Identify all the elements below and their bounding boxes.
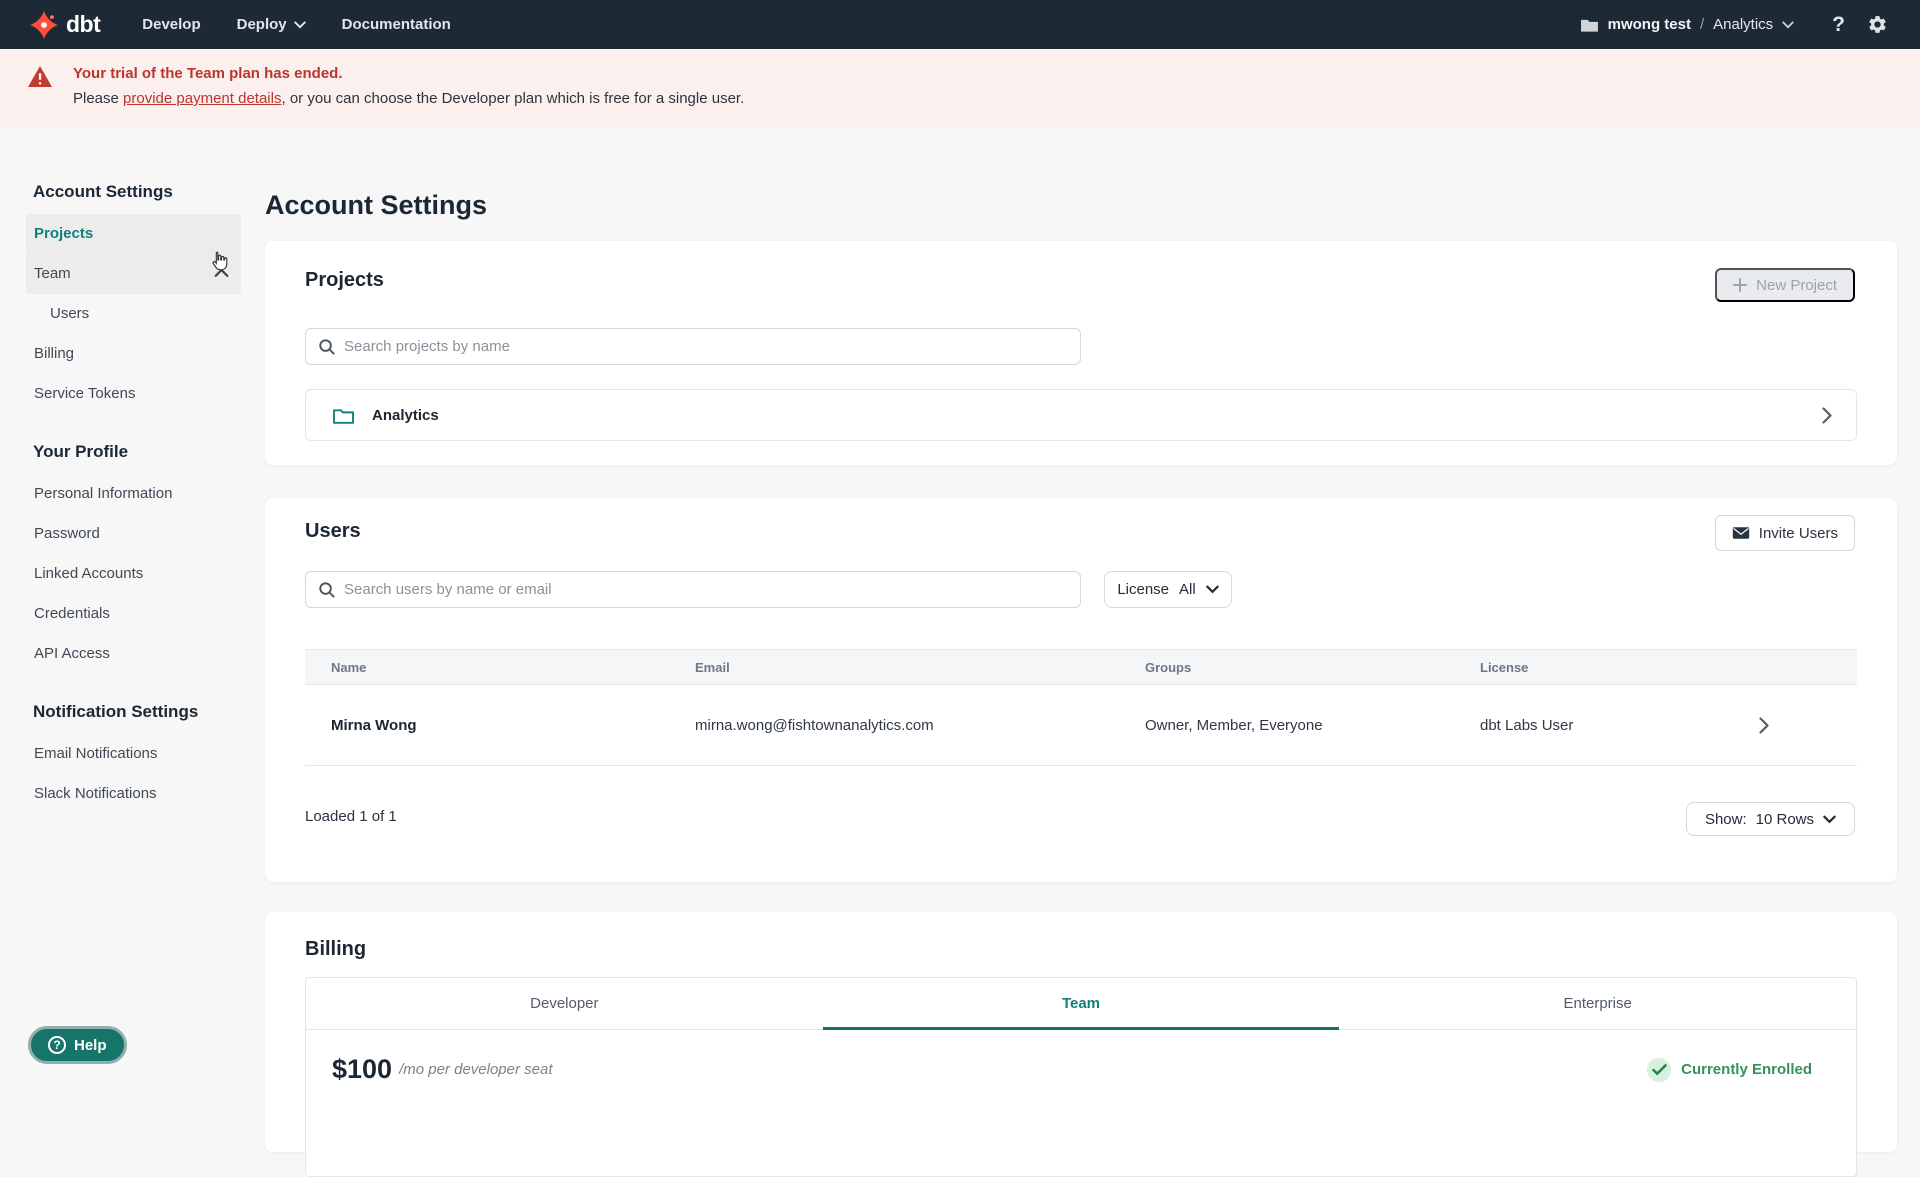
col-header-groups: Groups [1145, 659, 1192, 675]
sidebar-item-api-access[interactable]: API Access [26, 634, 241, 674]
sidebar-item-password[interactable]: Password [26, 514, 241, 554]
col-header-license: License [1480, 659, 1529, 675]
page-title: Account Settings [265, 190, 488, 220]
user-license-cell: dbt Labs User [1480, 716, 1574, 734]
top-nav: dbt Develop Deploy Documentation mwong t… [0, 0, 1920, 49]
folder-outline-icon [332, 406, 355, 425]
sidebar-item-slack-notifications[interactable]: Slack Notifications [26, 774, 241, 814]
tab-team[interactable]: Team [822, 978, 1340, 1030]
sidebar-item-users[interactable]: Users [26, 294, 241, 334]
settings-sidebar: Account Settings Projects Team Users Bil… [26, 182, 241, 814]
sidebar-item-service-tokens[interactable]: Service Tokens [26, 374, 241, 414]
sidebar-item-credentials[interactable]: Credentials [26, 594, 241, 634]
nav-help-icon[interactable]: ? [1822, 13, 1855, 37]
col-header-email: Email [695, 659, 730, 675]
sidebar-heading-notification-settings: Notification Settings [33, 702, 199, 721]
users-table-header: Name Email Groups License [305, 649, 1857, 685]
chevron-down-icon [1205, 585, 1219, 594]
nav-item-deploy[interactable]: Deploy [237, 16, 306, 33]
billing-price-row: $100 /mo per developer seat Currently En… [332, 1054, 1812, 1085]
billing-heading: Billing [305, 938, 367, 960]
invite-users-button[interactable]: Invite Users [1714, 515, 1855, 551]
chevron-up-icon [214, 267, 229, 278]
enrolled-text: Currently Enrolled [1681, 1061, 1812, 1078]
billing-plans-panel: Developer Team Enterprise $100 /mo per d… [305, 977, 1857, 1177]
table-row[interactable]: Mirna Wong mirna.wong@fishtownanalytics.… [305, 685, 1857, 766]
project-name-label: Analytics [372, 406, 439, 424]
new-project-button[interactable]: New Project [1715, 268, 1855, 302]
loaded-status: Loaded 1 of 1 [305, 808, 397, 825]
chevron-right-icon [1822, 406, 1832, 424]
sidebar-item-personal-information[interactable]: Personal Information [26, 474, 241, 514]
enrolled-status: Currently Enrolled [1647, 1057, 1812, 1082]
show-rows-label: Show: [1704, 810, 1747, 828]
breadcrumb-separator: / [1699, 16, 1705, 33]
users-heading: Users [305, 520, 361, 542]
user-name-cell: Mirna Wong [331, 716, 417, 734]
nav-item-documentation[interactable]: Documentation [342, 16, 451, 33]
show-rows-value: 10 Rows [1755, 810, 1814, 828]
nav-right: mwong test / Analytics ? [1580, 13, 1890, 37]
banner-title: Your trial of the Team plan has ended. [73, 65, 343, 82]
sidebar-item-billing[interactable]: Billing [26, 334, 241, 374]
projects-search-box [305, 328, 1081, 365]
license-filter-value: All [1179, 581, 1196, 598]
sidebar-heading-your-profile: Your Profile [33, 442, 129, 461]
folder-icon [1580, 17, 1599, 33]
sidebar-heading-account-settings: Account Settings [33, 182, 173, 201]
account-switcher[interactable]: mwong test / Analytics [1580, 16, 1795, 33]
search-icon [318, 338, 335, 355]
dbt-logo-icon [30, 10, 58, 39]
sidebar-item-email-notifications[interactable]: Email Notifications [26, 734, 241, 774]
account-name: mwong test [1607, 16, 1691, 33]
banner-text: Your trial of the Team plan has ended. P… [73, 65, 744, 107]
help-button-label: Help [74, 1036, 107, 1054]
tab-enterprise[interactable]: Enterprise [1339, 978, 1856, 1029]
warning-icon [27, 65, 53, 107]
payment-details-link[interactable]: provide payment details [123, 90, 281, 107]
plus-icon [1733, 278, 1748, 292]
chevron-right-icon [1759, 717, 1769, 734]
trial-banner: Your trial of the Team plan has ended. P… [0, 49, 1920, 127]
envelope-icon [1732, 526, 1750, 540]
gear-icon[interactable] [1865, 14, 1890, 35]
search-icon [318, 581, 335, 598]
billing-card: Billing Developer Team Enterprise $100 /… [265, 912, 1897, 1177]
users-card: Users Invite Users License All Name Emai… [265, 498, 1897, 882]
license-filter-label: License [1117, 581, 1170, 598]
help-question-icon: ? [48, 1036, 66, 1054]
plan-price-suffix: /mo per developer seat [399, 1061, 553, 1078]
tab-developer[interactable]: Developer [306, 978, 823, 1029]
chevron-down-icon [293, 20, 306, 29]
projects-card: Projects New Project Analytics [265, 241, 1897, 465]
banner-body-prefix: Please [73, 90, 124, 107]
nav-menu: Develop Deploy Documentation [142, 16, 451, 33]
project-row-analytics[interactable]: Analytics [305, 389, 1857, 441]
help-button[interactable]: ? Help [28, 1026, 127, 1064]
show-rows-dropdown[interactable]: Show: 10 Rows [1685, 802, 1855, 836]
nav-item-develop[interactable]: Develop [142, 16, 200, 33]
sidebar-item-linked-accounts[interactable]: Linked Accounts [26, 554, 241, 594]
plan-price: $100 [332, 1054, 393, 1084]
user-email-cell: mirna.wong@fishtownanalytics.com [695, 716, 934, 734]
billing-plan-tabs: Developer Team Enterprise [306, 978, 1856, 1030]
projects-search-input[interactable] [344, 338, 1068, 355]
dbt-logo[interactable]: dbt [30, 10, 101, 39]
users-search-input[interactable] [344, 581, 1068, 598]
projects-heading: Projects [305, 269, 384, 291]
chevron-down-icon [1782, 20, 1794, 29]
dbt-logo-text: dbt [66, 11, 101, 37]
user-groups-cell: Owner, Member, Everyone [1145, 716, 1323, 734]
banner-body: Please provide payment details, or you c… [73, 90, 744, 107]
users-table: Name Email Groups License Mirna Wong mir… [305, 649, 1857, 766]
sidebar-item-projects[interactable]: Projects [26, 214, 241, 254]
users-search-box [305, 571, 1081, 608]
banner-body-suffix: , or you can choose the Developer plan w… [281, 90, 745, 107]
chevron-down-icon [1823, 815, 1836, 824]
check-icon [1647, 1057, 1672, 1082]
sidebar-item-team[interactable]: Team [26, 254, 241, 294]
project-name: Analytics [1713, 16, 1774, 33]
license-filter-dropdown[interactable]: License All [1104, 571, 1232, 608]
col-header-name: Name [331, 659, 367, 675]
